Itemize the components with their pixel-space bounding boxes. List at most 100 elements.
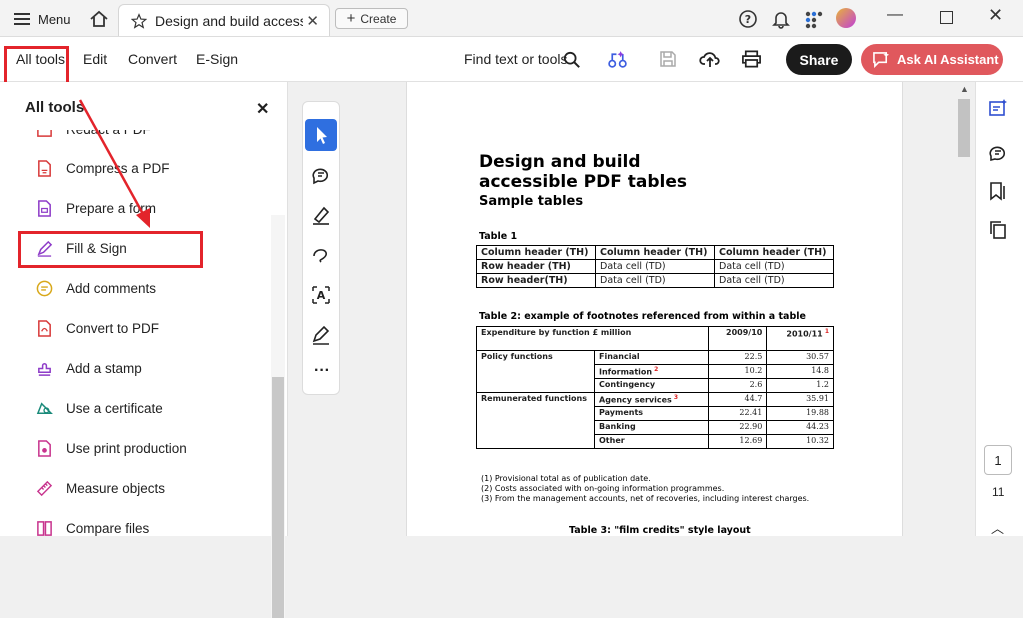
panel-scrollbar[interactable] [271,215,285,618]
tool-add-comments[interactable]: Add comments [36,276,156,300]
tool-add-stamp[interactable]: Add a stamp [36,356,142,380]
highlight-tool-icon[interactable] [310,204,332,226]
print-icon[interactable] [741,49,762,69]
certificate-icon [36,401,53,414]
table-1: Column header (TH) Column header (TH) Colu… [476,245,834,288]
tool-label: Add comments [66,280,157,296]
tool-print-production[interactable]: Use print production [36,436,187,460]
menu-label: Menu [38,11,71,27]
tab-convert[interactable]: Convert [128,51,177,67]
share-button[interactable]: Share [786,44,852,75]
ai-tools-icon[interactable] [607,49,628,70]
more-tools-icon[interactable]: ··· [314,362,330,380]
tab-edit[interactable]: Edit [83,51,107,67]
create-button[interactable]: + Create [335,8,408,29]
document-tab[interactable]: Design and build accessi... ✕ [118,4,330,36]
draw-tool-icon[interactable] [310,244,332,266]
redact-icon [37,130,52,137]
menu-button[interactable]: Menu [14,9,71,29]
title-bar: Menu Design and build accessi... ✕ + Crea… [0,0,1023,37]
table3-caption: Table 3: "film credits" style layout [569,525,751,536]
all-tools-panel: All tools ✕ Redact a PDF Compress a PDF … [0,82,288,618]
ask-ai-assistant-button[interactable]: Ask AI Assistant [861,44,1003,75]
header-cell: Row header (TH) [476,259,596,274]
cloud-upload-icon[interactable] [699,48,721,70]
row-header-cell: Financial [594,350,709,365]
table-row: Column header (TH) Column header (TH) Colu… [476,245,834,260]
tool-compare-files[interactable]: Compare files [36,516,149,540]
comment-tool-icon[interactable] [310,164,332,186]
close-window-icon[interactable]: ✕ [988,5,1003,26]
avatar[interactable] [836,8,856,28]
tool-measure-objects[interactable]: Measure objects [36,476,165,500]
ai-generate-icon[interactable] [988,98,1008,118]
home-icon[interactable] [89,9,109,29]
plus-icon: + [346,10,356,27]
row-header-cell: Agency services 3 [594,392,709,407]
tab-esign[interactable]: E-Sign [196,51,238,67]
tool-label: Use print production [66,440,187,456]
scroll-up-icon[interactable]: ▲ [960,84,969,94]
tool-convert-to-pdf[interactable]: Convert to PDF [36,316,159,340]
row-header-cell: Contingency [594,378,709,393]
table-row: Row header(TH) Data cell (TD) Data cell (T… [476,273,834,288]
row-header-cell: Information 2 [594,364,709,379]
find-text-input[interactable]: Find text or tools [464,51,568,67]
comments-panel-icon[interactable] [988,142,1008,162]
sign-tool-icon[interactable] [310,324,332,346]
panel-close-icon[interactable]: ✕ [256,99,269,119]
document-scrollbar[interactable]: ▲ [955,82,975,536]
table1-caption: Table 1 [479,231,518,242]
save-icon[interactable] [658,49,678,69]
text-tool-icon[interactable]: A [310,284,332,306]
header-cell: Row header(TH) [476,273,596,288]
data-cell: Data cell (TD) [595,259,715,274]
data-cell: 12.69 [707,434,768,449]
stamp-icon [38,362,51,376]
tool-prepare-form[interactable]: Prepare a form [36,196,156,220]
search-icon[interactable] [563,51,581,69]
print-production-icon [38,439,51,457]
form-icon [38,199,51,217]
tool-label: Add a stamp [66,360,142,376]
table2-caption: Table 2: example of footnotes referenced… [479,311,806,322]
tool-use-certificate[interactable]: Use a certificate [36,396,163,420]
help-icon[interactable]: ? [738,9,758,29]
bookmarks-icon[interactable] [988,181,1008,201]
tool-compress-pdf[interactable]: Compress a PDF [36,156,170,180]
quick-tools-strip: A ··· [302,101,340,395]
header-cell: Expenditure by function £ million [476,326,709,351]
cursor-icon [317,127,327,144]
convert-pdf-icon [38,319,51,337]
pages-icon[interactable] [988,220,1008,240]
ruler-icon [36,480,53,496]
group-header-cell: Policy functions [476,350,595,393]
pdf-page: Design and build accessible PDF tables Sa… [406,82,903,536]
apps-icon[interactable] [803,9,823,29]
tool-label: Compress a PDF [66,160,170,176]
ai-label: Ask AI Assistant [897,52,999,67]
page-up-icon[interactable]: ︿ [991,518,1004,537]
header-cell: Column header (TH) [595,245,715,260]
maximize-icon[interactable] [940,11,953,24]
minimize-icon[interactable]: — [887,6,903,24]
page-number-input[interactable]: 1 [984,445,1012,475]
right-rail: 1 11 ︿ [975,82,1023,536]
page-total: 11 [992,485,1005,499]
document-scroll-thumb[interactable] [958,99,970,157]
tool-redact[interactable]: Redact a PDF [36,130,151,141]
star-icon[interactable] [131,12,147,29]
panel-title: All tools [25,99,85,116]
compress-icon [38,159,51,177]
tool-label: Prepare a form [66,200,157,216]
doc-title: Design and build accessible PDF tables [479,152,688,192]
tool-label: Convert to PDF [66,320,160,336]
select-tool-button[interactable] [305,119,337,151]
tool-label: Use a certificate [66,400,163,416]
data-cell: 35.91 [766,392,834,407]
bell-icon[interactable] [771,9,791,29]
panel-scroll-thumb[interactable] [272,377,284,618]
tab-close-icon[interactable]: ✕ [306,12,319,30]
tab-title: Design and build accessi... [155,12,303,29]
data-cell: Data cell (TD) [595,273,715,288]
